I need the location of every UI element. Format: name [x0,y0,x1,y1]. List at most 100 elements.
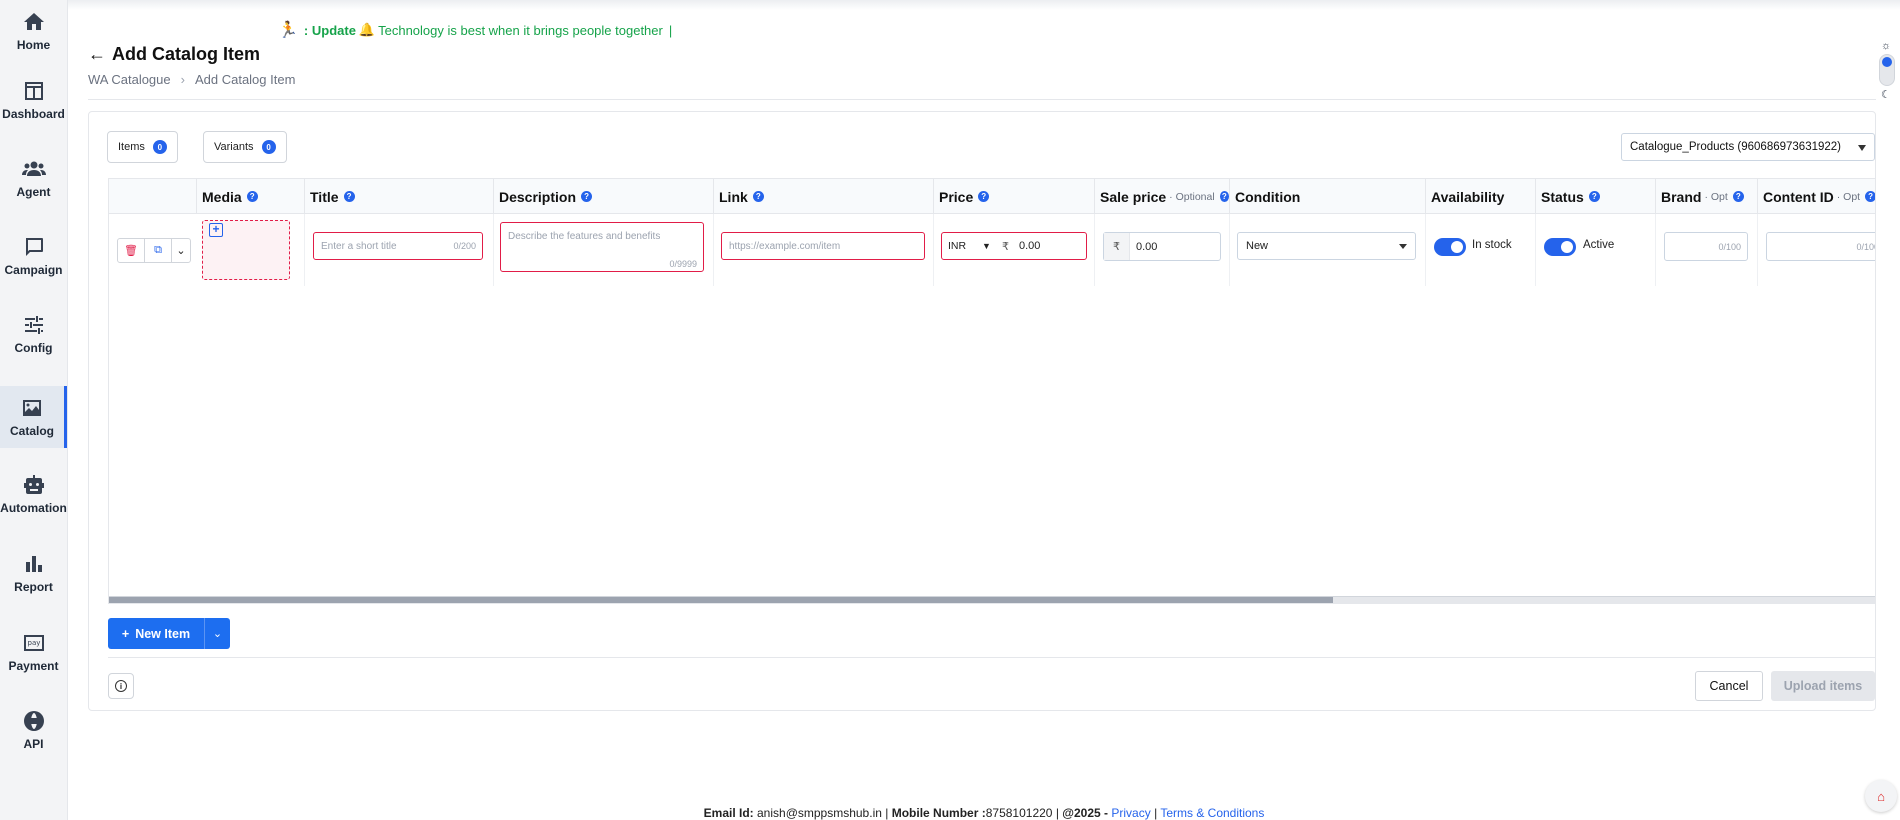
col-brand: Brand · Opt? [1656,179,1758,214]
link-input[interactable]: https://example.com/item [721,232,925,260]
currency-select[interactable]: INR [948,240,966,252]
items-tab-label: Items [118,141,145,153]
sale-price-input[interactable]: 0.00 [1136,241,1157,253]
col-price-label: Price [939,188,974,205]
sidebar-item-label: API [23,737,44,751]
optional-tag: · Opt [1704,190,1728,203]
footer-email-label: Email Id: [703,806,754,820]
add-media-icon[interactable]: + [209,223,223,237]
sidebar-item-config[interactable]: Config [0,303,67,365]
variants-tab[interactable]: Variants 0 [203,131,287,163]
title-placeholder: Enter a short title [321,240,397,252]
footer-mobile: 8758101220 [985,806,1053,820]
col-link: Link? [714,179,934,214]
sidebar-item-payment[interactable]: pay Payment [0,621,67,683]
sidebar-item-label: Report [14,580,53,594]
description-char-count: 0/9999 [669,259,697,269]
status-label: Active [1583,239,1615,251]
theme-toggle[interactable]: ☼ ☾ [1876,38,1898,106]
table-header: Media? Title? Description? Link? Price? … [109,179,1875,214]
content-id-char-count: 0/100 [1856,241,1875,252]
horizontal-scrollbar[interactable] [109,596,1875,603]
breadcrumb-item-current: Add Catalog Item [194,72,296,87]
upload-items-button[interactable]: Upload items [1771,671,1875,701]
sidebar-item-label: Campaign [4,263,63,277]
media-upload-dropzone[interactable]: + [202,220,290,280]
sidebar-item-catalog[interactable]: Catalog [0,386,67,448]
col-brand-label: Brand [1661,188,1702,205]
col-title-label: Title [310,188,339,205]
footer-mobile-label: Mobile Number : [891,806,986,820]
help-icon[interactable]: ? [246,191,258,202]
help-icon[interactable]: ? [1865,191,1875,202]
description-textarea[interactable]: Describe the features and benefits 0/999… [500,222,704,272]
trash-icon: 🗑 [124,245,138,257]
variants-tab-label: Variants [214,141,254,153]
chat-icon [25,238,43,256]
top-bar-shadow [68,0,1900,10]
plus-icon: + [121,626,130,641]
sidebar-item-api[interactable]: API [0,699,67,761]
image-icon [23,400,41,416]
items-count-badge: 0 [152,140,167,154]
title-input[interactable]: Enter a short title 0/200 [313,232,483,260]
breadcrumb-item-wa-catalogue[interactable]: WA Catalogue [88,72,171,87]
delete-row-button[interactable]: 🗑 [117,238,145,263]
col-status-label: Status [1541,188,1584,205]
card-footer-divider [108,657,1876,658]
theme-switch-track[interactable] [1879,54,1895,86]
table-row: 🗑 ⧉ ⌄ + Enter a short title 0/200 Descri… [109,214,1875,286]
globe-icon [23,711,44,731]
catalog-item-card: Items 0 Variants 0 Catalogue_Products (9… [88,111,1876,711]
store-widget-button[interactable]: ⌂ [1865,780,1897,812]
help-icon[interactable]: ? [343,191,355,202]
items-tab[interactable]: Items 0 [107,131,178,163]
new-item-button-group: + New Item ⌄ [108,618,230,649]
scrollbar-thumb[interactable] [109,597,1333,603]
help-icon[interactable]: ? [752,191,764,202]
privacy-link[interactable]: Privacy [1111,806,1150,820]
col-availability: Availability [1426,179,1536,214]
condition-select[interactable]: New [1237,232,1416,260]
page-title-text: Add Catalog Item [112,44,261,64]
new-item-label: New Item [135,626,191,641]
help-icon[interactable]: ? [1588,191,1600,202]
sidebar-item-agent[interactable]: Agent [0,147,67,209]
optional-tag: · Opt [1836,190,1861,203]
variants-count-badge: 0 [261,140,276,154]
help-icon[interactable]: ? [978,191,990,202]
col-content-id-label: Content ID [1763,188,1834,205]
info-button[interactable]: i [108,673,134,699]
row-more-button[interactable]: ⌄ [171,238,191,263]
help-icon[interactable]: ? [581,191,593,202]
sidebar-item-campaign[interactable]: Campaign [0,225,67,287]
title-char-count: 0/200 [453,241,476,251]
new-item-dropdown-button[interactable]: ⌄ [204,618,230,649]
content-id-input[interactable]: 0/100 [1766,232,1875,261]
sidebar-item-report[interactable]: Report [0,542,67,604]
sidebar-item-dashboard[interactable]: Dashboard [0,69,67,131]
svg-text:pay: pay [27,639,40,647]
price-input[interactable]: 0.00 [1019,240,1040,252]
sidebar-item-label: Payment [8,659,59,673]
terms-link[interactable]: Terms & Conditions [1160,806,1264,820]
cancel-button[interactable]: Cancel [1695,671,1763,701]
back-arrow-icon[interactable]: ← [88,44,106,65]
duplicate-row-button[interactable]: ⧉ [144,238,172,263]
catalog-select[interactable]: Catalogue_Products (960686973631922) [1621,133,1875,161]
sale-price-input-group: ₹ 0.00 [1103,232,1221,261]
moon-icon: ☾ [1881,89,1891,101]
help-icon[interactable]: ? [1732,191,1744,202]
sidebar-item-automation[interactable]: Automation [0,463,67,525]
availability-toggle[interactable] [1434,238,1466,256]
new-item-button[interactable]: + New Item [108,618,204,649]
sidebar-item-label: Agent [16,185,51,199]
copy-icon: ⧉ [154,244,162,256]
sidebar-item-home[interactable]: Home [0,0,67,62]
condition-value: New [1246,240,1269,252]
chevron-right-icon: › [180,72,185,87]
status-toggle[interactable] [1544,238,1576,256]
brand-input[interactable]: 0/100 [1664,232,1748,261]
col-condition-label: Condition [1235,188,1301,205]
help-icon[interactable]: ? [1219,191,1229,202]
